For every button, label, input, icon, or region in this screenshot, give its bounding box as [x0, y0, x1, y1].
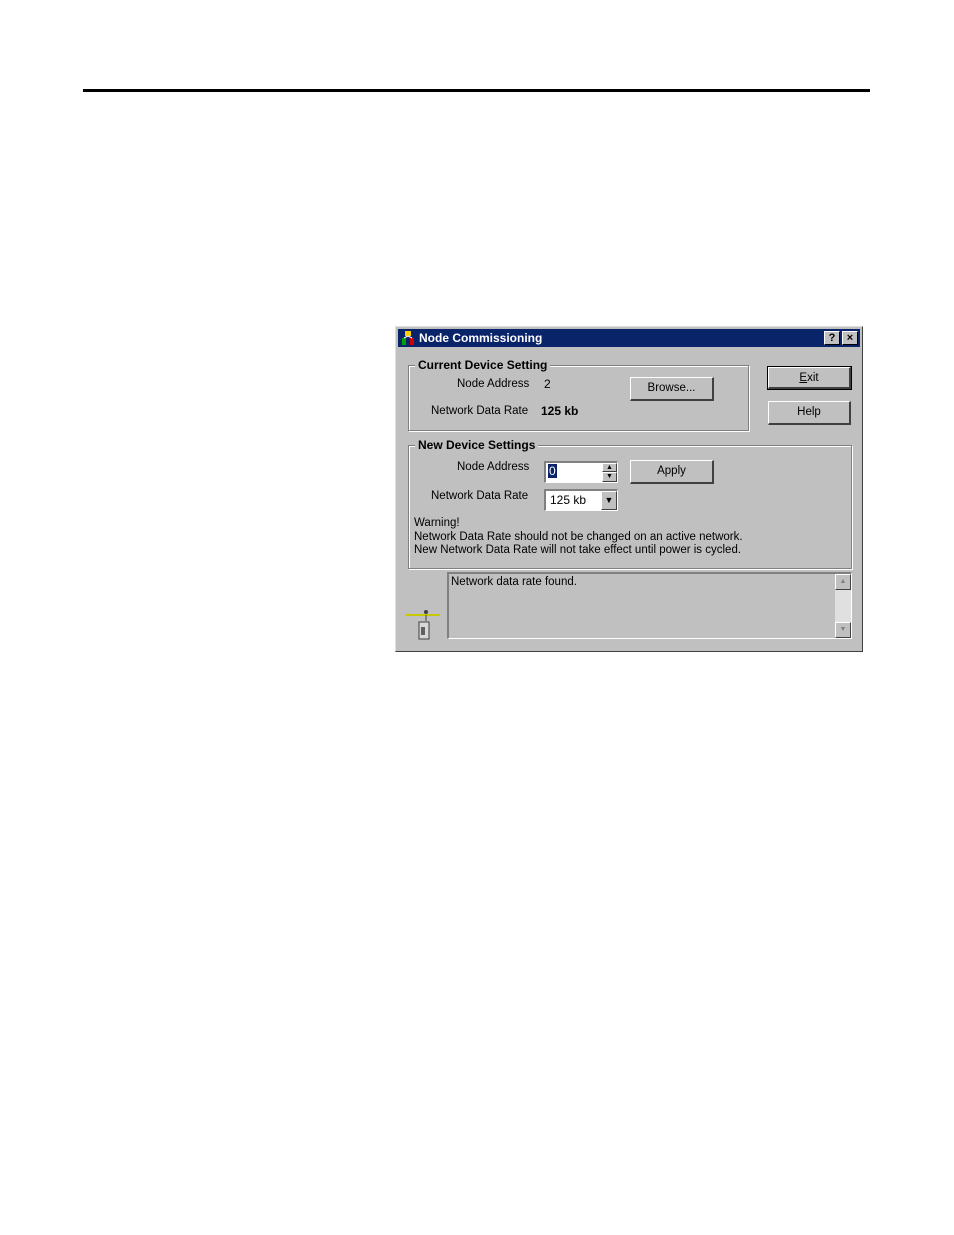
- warning-line-2: New Network Data Rate will not take effe…: [414, 544, 742, 556]
- current-data-rate-label: Network Data Rate: [431, 405, 529, 417]
- spin-down-arrow-icon[interactable]: ▼: [602, 472, 617, 482]
- exit-mnemonic: E: [799, 372, 808, 384]
- title-bar[interactable]: Node Commissioning ? ×: [398, 329, 860, 347]
- node-address-spinner[interactable]: 0 ▲ ▼: [544, 461, 618, 483]
- window-title: Node Commissioning: [419, 331, 543, 345]
- scroll-up-arrow-icon[interactable]: ▲: [835, 574, 851, 590]
- current-data-rate-value: 125 kb: [541, 404, 579, 418]
- network-node-icon: [406, 610, 440, 640]
- exit-button[interactable]: Exit: [767, 366, 852, 390]
- current-node-address-value: 2: [544, 377, 551, 391]
- node-commissioning-dialog: Node Commissioning ? × Current Device Se…: [395, 326, 863, 652]
- status-message: Network data rate found.: [451, 576, 577, 588]
- new-device-settings-title: New Device Settings: [415, 438, 539, 452]
- scroll-down-arrow-icon[interactable]: ▼: [835, 622, 851, 638]
- warning-line-1: Network Data Rate should not be changed …: [414, 530, 743, 543]
- current-device-setting-title: Current Device Setting: [415, 358, 551, 372]
- warning-title: Warning!: [414, 517, 460, 529]
- new-node-address-label: Node Address: [457, 461, 530, 473]
- node-address-input[interactable]: 0: [548, 464, 557, 478]
- exit-label: xit: [807, 372, 819, 384]
- apply-button[interactable]: Apply: [630, 460, 714, 484]
- current-device-setting-group: Current Device Setting Node Address 2 Ne…: [408, 358, 749, 431]
- spin-up-arrow-icon[interactable]: ▲: [602, 463, 617, 472]
- chevron-down-icon[interactable]: ▼: [601, 491, 617, 510]
- data-rate-selected-value: 125 kb: [550, 493, 587, 507]
- current-node-address-label: Node Address: [457, 378, 530, 390]
- status-log-scrollbar[interactable]: ▲ ▼: [835, 574, 851, 638]
- page-header-rule: [83, 89, 870, 92]
- title-help-button[interactable]: ?: [824, 331, 840, 345]
- data-rate-dropdown[interactable]: 125 kb ▼: [544, 489, 618, 511]
- title-close-button[interactable]: ×: [842, 331, 858, 345]
- node-commissioning-app-icon: [402, 331, 414, 345]
- browse-button[interactable]: Browse...: [630, 377, 714, 401]
- status-log[interactable]: Network data rate found. ▲ ▼: [447, 572, 852, 639]
- new-data-rate-label: Network Data Rate: [431, 490, 529, 502]
- warning-message: Warning! Network Data Rate should not be…: [414, 517, 743, 558]
- help-button[interactable]: Help: [768, 401, 851, 425]
